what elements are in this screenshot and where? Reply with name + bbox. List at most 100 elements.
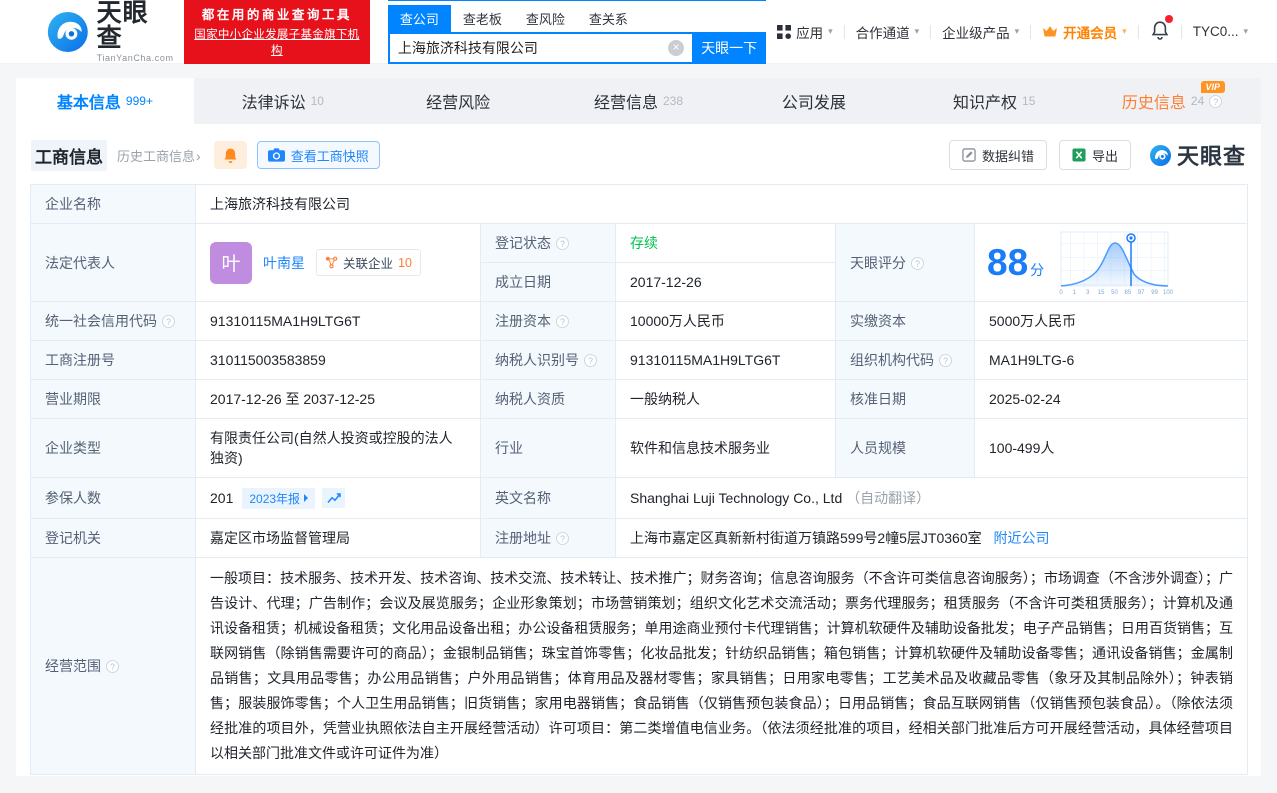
nav-enterprise-products[interactable]: 企业级产品 ▾ xyxy=(931,22,1030,42)
view-registration-snapshot-button[interactable]: 查看工商快照 xyxy=(256,141,380,169)
help-icon[interactable]: ? xyxy=(939,354,952,367)
search-tab-company[interactable]: 查公司 xyxy=(387,5,451,32)
clear-search-icon[interactable]: × xyxy=(668,40,685,56)
business-term-label: 营业期限 xyxy=(30,379,196,419)
table-row: 企业名称 上海旅济科技有限公司 xyxy=(30,184,1249,224)
chart-tick: 1 xyxy=(1073,290,1077,296)
section-header: 工商信息 历史工商信息› 查看工商快照 数据纠错 导出 天眼查 xyxy=(30,139,1247,171)
history-registration-link[interactable]: 历史工商信息› xyxy=(117,146,201,165)
table-row: 法定代表人 叶 叶南星 关联企业 10 登记状态 ? 存续 天眼评分 ? 88 … xyxy=(30,223,1249,302)
table-row: 参保人数 201 2023年报 英文名称 Shanghai Luji Techn… xyxy=(30,477,1249,519)
tab-count: 999+ xyxy=(125,94,153,108)
tab-count: 10 xyxy=(310,94,324,108)
search-tab-relation[interactable]: 查关系 xyxy=(577,5,640,32)
tab-basic-info[interactable]: 基本信息 999+ xyxy=(16,78,194,124)
chart-tick: 3 xyxy=(1086,290,1090,296)
help-icon[interactable]: ? xyxy=(556,315,569,328)
legal-rep-label: 法定代表人 xyxy=(30,223,196,302)
tab-company-development[interactable]: 公司发展 xyxy=(727,78,905,124)
tab-legal-proceedings[interactable]: 法律诉讼 10 xyxy=(194,78,372,124)
search-tab-risk[interactable]: 查风险 xyxy=(514,5,577,32)
nav-apps-label: 应用 xyxy=(796,25,824,41)
trend-chart-button[interactable] xyxy=(322,488,346,508)
table-row: 登记机关 嘉定区市场监督管理局 注册地址? 上海市嘉定区真新新村街道万镇路599… xyxy=(30,518,1249,558)
help-icon[interactable]: ? xyxy=(106,660,119,673)
help-icon[interactable]: ? xyxy=(556,237,569,250)
camera-icon xyxy=(267,148,285,162)
edit-document-icon xyxy=(962,148,976,162)
insured-count-value: 201 xyxy=(210,490,234,506)
english-name-cell: Shanghai Luji Technology Co., Ltd （自动翻译） xyxy=(614,477,1249,519)
company-name-value: 上海旅济科技有限公司 xyxy=(194,184,1249,224)
help-icon[interactable]: ? xyxy=(1209,94,1223,108)
chart-tick: 100 xyxy=(1163,290,1174,296)
insured-count-label: 参保人数 xyxy=(30,477,196,519)
tab-business-info[interactable]: 经营信息 238 xyxy=(550,78,728,124)
data-correction-button[interactable]: 数据纠错 xyxy=(948,140,1047,170)
company-type-value: 有限责任公司(自然人投资或控股的法人独资) xyxy=(195,418,481,478)
taxpayer-quality-label: 纳税人资质 xyxy=(480,379,616,419)
search-tab-boss[interactable]: 查老板 xyxy=(451,5,514,32)
help-icon[interactable]: ? xyxy=(584,354,597,367)
monitor-bell-button[interactable] xyxy=(213,141,247,169)
nav-vip-label: 开通会员 xyxy=(1063,25,1118,41)
established-label: 成立日期 xyxy=(480,262,616,302)
nav-partner-label: 合作通道 xyxy=(855,25,910,41)
triangle-right-icon xyxy=(304,494,309,502)
tab-operation-risk[interactable]: 经营风险 xyxy=(372,78,550,124)
approval-date-value: 2025-02-24 xyxy=(973,379,1249,419)
tianyancha-logo[interactable]: 天眼查 TianYanCha.com xyxy=(46,0,174,63)
org-code-value: MA1H9LTG-6 xyxy=(973,340,1249,380)
nav-vip-upgrade[interactable]: 开通会员 ▾ xyxy=(1031,22,1138,42)
company-name-label: 企业名称 xyxy=(30,184,196,224)
nav-apps[interactable]: 应用 ▾ xyxy=(766,22,844,42)
nav-partner[interactable]: 合作通道 ▾ xyxy=(845,22,931,42)
caret-down-icon: ▾ xyxy=(1014,26,1020,36)
export-button-label: 导出 xyxy=(1091,148,1118,164)
staff-size-label: 人员规模 xyxy=(835,418,975,478)
score-distribution-chart: 0 1 3 15 50 85 97 99 100 xyxy=(1059,231,1174,296)
tab-count: 24 xyxy=(1190,94,1205,108)
export-button[interactable]: 导出 xyxy=(1058,140,1131,170)
watermark-label: 天眼查 xyxy=(1176,144,1246,169)
legal-rep-avatar[interactable]: 叶 xyxy=(210,241,252,284)
score-label: 天眼评分? xyxy=(835,223,975,302)
reg-number-value: 310115003583859 xyxy=(195,340,481,380)
tab-intellectual-property[interactable]: 知识产权 15 xyxy=(905,78,1083,124)
slogan-line1: 都在用的商业查询工具 xyxy=(201,8,352,22)
help-icon[interactable]: ? xyxy=(162,315,175,328)
tab-label: 公司发展 xyxy=(781,95,846,112)
logo-subtitle: TianYanCha.com xyxy=(96,52,174,63)
chart-tick: 85 xyxy=(1125,290,1132,296)
help-icon[interactable]: ? xyxy=(556,532,569,545)
annual-report-badge[interactable]: 2023年报 xyxy=(242,487,316,509)
nearby-companies-link[interactable]: 附近公司 xyxy=(994,530,1050,546)
tab-label: 知识产权 xyxy=(953,95,1018,112)
business-term-value: 2017-12-26 至 2037-12-25 xyxy=(195,379,481,419)
slogan-line2: 国家中小企业发展子基金旗下机构 xyxy=(194,29,360,57)
chart-tick: 15 xyxy=(1098,290,1105,296)
caret-down-icon: ▾ xyxy=(828,26,833,36)
nav-user-label: TYC0... xyxy=(1192,24,1239,39)
network-icon xyxy=(325,256,338,269)
notifications-bell[interactable] xyxy=(1139,15,1181,43)
legal-rep-name-link[interactable]: 叶南星 xyxy=(263,253,305,273)
excel-icon xyxy=(1072,148,1086,162)
nav-enterprise-label: 企业级产品 xyxy=(942,25,1010,41)
help-icon[interactable]: ? xyxy=(911,256,924,270)
paid-capital-label: 实缴资本 xyxy=(835,301,975,341)
tianyancha-logo-icon xyxy=(47,11,88,52)
credit-code-label: 统一社会信用代码? xyxy=(30,301,196,341)
taxpayer-id-value: 91310115MA1H9LTG6T xyxy=(615,340,836,380)
nav-user-account[interactable]: TYC0... ▾ xyxy=(1182,24,1259,39)
line-chart-icon xyxy=(326,493,341,503)
tab-history-info[interactable]: VIP 历史信息 24 ? xyxy=(1083,78,1261,124)
reg-number-label: 工商注册号 xyxy=(30,340,196,380)
approval-date-label: 核准日期 xyxy=(835,379,975,419)
search-input[interactable] xyxy=(389,40,669,56)
related-companies-badge[interactable]: 关联企业 10 xyxy=(316,249,421,276)
table-row: 经营范围? 一般项目：技术服务、技术开发、技术咨询、技术交流、技术转让、技术推广… xyxy=(30,557,1249,775)
bell-icon xyxy=(224,148,237,163)
search-button[interactable]: 天眼一下 xyxy=(692,32,767,64)
caret-down-icon: ▾ xyxy=(1243,26,1248,36)
